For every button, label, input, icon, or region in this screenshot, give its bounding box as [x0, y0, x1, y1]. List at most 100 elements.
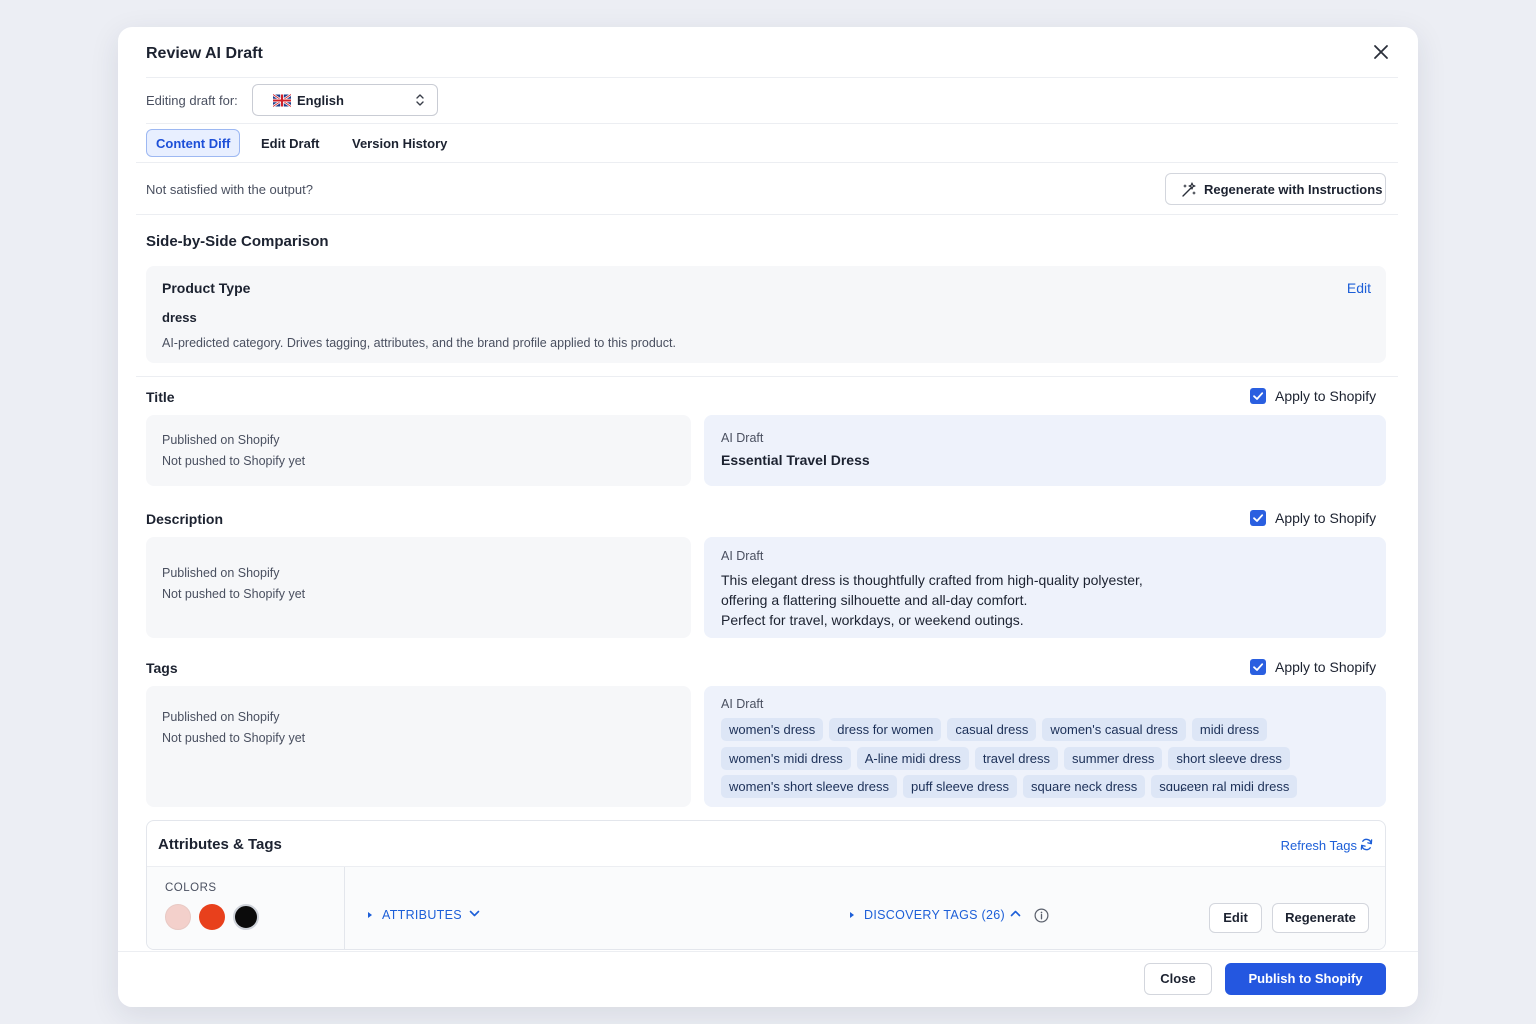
title-field-label: Title [146, 389, 175, 405]
description-line: This elegant dress is thoughtfully craft… [721, 572, 1143, 588]
tags-published-panel: Published on Shopify Not pushed to Shopi… [146, 686, 691, 807]
tag-chip[interactable]: women's casual dress [1042, 718, 1186, 741]
tags-apply-label: Apply to Shopify [1275, 659, 1377, 675]
description-ai-draft-panel: AI Draft This elegant dress is thoughtfu… [704, 537, 1386, 638]
description-published-label: Published on Shopify [162, 566, 280, 580]
tag-chip[interactable]: square neck dress [1023, 775, 1146, 798]
tag-chip[interactable]: midi dress [1191, 718, 1268, 741]
tag-chip[interactable]: casual dress [947, 718, 1037, 741]
title-apply-to-shopify[interactable]: Apply to Shopify [1250, 388, 1382, 406]
check-icon [1253, 392, 1264, 400]
tag-list: women's dress dress for women casual dre… [721, 718, 1371, 804]
description-apply-label: Apply to Shopify [1275, 510, 1377, 526]
tag-row: women's midi dress A-line midi dress tra… [721, 746, 1371, 776]
description-apply-to-shopify[interactable]: Apply to Shopify [1250, 510, 1382, 528]
attributes-title: Attributes & Tags [158, 836, 282, 853]
tag-chip[interactable]: summer dress [1064, 746, 1163, 770]
discovery-tags-toggle[interactable]: DISCOVERY TAGS (26) [864, 908, 1005, 922]
check-icon [1253, 514, 1264, 522]
title-apply-label: Apply to Shopify [1275, 388, 1377, 404]
title-apply-checkbox[interactable] [1250, 388, 1266, 404]
colors-column: COLORS [147, 867, 345, 949]
product-type-description: AI-predicted category. Drives tagging, a… [162, 336, 676, 350]
title-published-label: Published on Shopify [162, 433, 280, 447]
tab-content-diff[interactable]: Content Diff [146, 129, 241, 157]
language-label: Editing draft for: [146, 93, 238, 108]
modal-footer: Close Publish to Shopify [118, 951, 1418, 1007]
description-published-value: Not pushed to Shopify yet [162, 587, 306, 601]
tags-ai-draft-panel: AI Draft women's dress dress for women c… [704, 686, 1386, 807]
sparkle-icon [1182, 182, 1196, 197]
tab-edit-draft[interactable]: Edit Draft [252, 129, 329, 157]
caret-right-icon [850, 912, 854, 918]
title-published-panel: Published on Shopify Not pushed to Shopi… [146, 415, 691, 486]
review-draft-modal: Review AI Draft Editing draft for: Engli… [118, 27, 1418, 1007]
language-row: Editing draft for: English [146, 78, 1398, 124]
tag-chip[interactable]: dress for women [829, 718, 942, 741]
description-ai-draft-text: This elegant dress is thoughtfully craft… [721, 570, 1143, 630]
tags-ai-draft-label: AI Draft [721, 697, 764, 711]
regenerate-with-instructions-label: Regenerate with Instructions [1204, 182, 1383, 197]
tags-apply-to-shopify[interactable]: Apply to Shopify [1250, 659, 1382, 677]
modal-title: Review AI Draft [146, 45, 263, 62]
publish-to-shopify-button[interactable]: Publish to Shopify [1225, 963, 1386, 995]
color-swatch-blush[interactable] [165, 904, 191, 930]
tag-chip[interactable]: women's midi dress [721, 746, 851, 770]
product-type-edit-link[interactable]: Edit [1347, 280, 1371, 296]
close-icon[interactable] [1372, 43, 1390, 61]
uk-flag-icon [273, 94, 291, 107]
tag-chip[interactable]: puff sleeve dress [903, 775, 1018, 798]
title-ai-draft-panel: AI Draft Essential Travel Dress [704, 415, 1386, 486]
modal-header: Review AI Draft [146, 27, 1398, 78]
description-line: offering a flattering silhouette and all… [721, 592, 1028, 608]
refresh-icon[interactable] [1360, 838, 1373, 851]
title-published-value: Not pushed to Shopify yet [162, 454, 306, 468]
caret-right-icon [368, 912, 372, 918]
refresh-tags-link[interactable]: Refresh Tags [1281, 838, 1357, 853]
language-select[interactable]: English [252, 84, 438, 116]
tag-chip[interactable]: women's dress [721, 718, 824, 741]
regenerate-with-instructions-button[interactable]: Regenerate with Instructions [1165, 173, 1386, 205]
description-apply-checkbox[interactable] [1250, 510, 1266, 526]
attributes-edit-button[interactable]: Edit [1209, 903, 1262, 933]
tag-chip[interactable]: short sleeve dress [1168, 746, 1290, 770]
chevron-down-icon[interactable] [469, 910, 480, 918]
product-type-card: Product Type Edit dress AI-predicted cat… [146, 266, 1386, 363]
close-button[interactable]: Close [1144, 963, 1212, 995]
attributes-header: Attributes & Tags Refresh Tags [147, 821, 1385, 867]
regenerate-notice-row: Not satisfied with the output? Regenerat… [136, 163, 1398, 215]
chevron-up-icon[interactable] [1010, 909, 1021, 917]
attributes-tags-card: Attributes & Tags Refresh Tags COLORS AT… [146, 820, 1386, 950]
divider [136, 376, 1398, 377]
tag-chip[interactable]: travel dress [974, 746, 1059, 770]
info-icon[interactable] [1034, 908, 1049, 923]
color-swatch-orange-red[interactable] [199, 904, 225, 930]
attributes-toggle[interactable]: ATTRIBUTES [382, 908, 462, 922]
tag-row: women's dress dress for women casual dre… [721, 718, 1371, 747]
description-ai-draft-label: AI Draft [721, 549, 764, 563]
attributes-regenerate-button[interactable]: Regenerate [1272, 903, 1369, 933]
tags-apply-checkbox[interactable] [1250, 659, 1266, 675]
tag-chip[interactable]: A-line midi dress [856, 746, 969, 770]
chevron-updown-icon [416, 94, 424, 106]
tag-chip[interactable]: women's short sleeve dress [721, 775, 897, 798]
tags-published-value: Not pushed to Shopify yet [162, 731, 306, 745]
language-selected-value: English [297, 93, 344, 108]
check-icon [1253, 663, 1264, 671]
tab-bar: Content Diff Edit Draft Version History [136, 124, 1398, 163]
title-ai-draft-label: AI Draft [721, 431, 764, 445]
color-swatch-black[interactable] [233, 904, 259, 930]
comparison-heading: Side-by-Side Comparison [146, 233, 329, 250]
product-type-title: Product Type [162, 280, 251, 296]
tags-published-label: Published on Shopify [162, 710, 280, 724]
tag-chip[interactable]: sɑuɕeɐn ral midi dress [1151, 775, 1298, 798]
product-type-value: dress [162, 310, 197, 325]
title-ai-draft-value: Essential Travel Dress [721, 452, 870, 468]
description-published-panel: Published on Shopify Not pushed to Shopi… [146, 537, 691, 638]
tags-field-label: Tags [146, 660, 178, 676]
tab-version-history[interactable]: Version History [343, 129, 456, 157]
description-field-label: Description [146, 511, 224, 527]
description-line: Perfect for travel, workdays, or weekend… [721, 612, 1024, 628]
notice-text: Not satisfied with the output? [146, 182, 313, 197]
attributes-body: COLORS ATTRIBUTES DISCOVERY TAGS (26) Ed… [147, 867, 1385, 949]
